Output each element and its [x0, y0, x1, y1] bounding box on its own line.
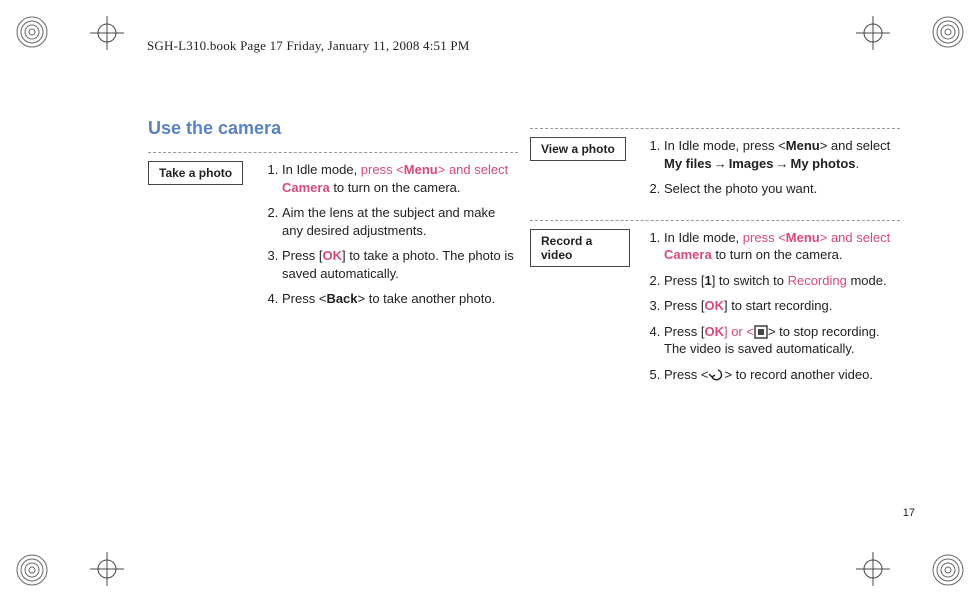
page-header: SGH-L310.book Page 17 Friday, January 11… [147, 38, 470, 54]
list-item: Select the photo you want. [664, 180, 900, 198]
list-item: Aim the lens at the subject and make any… [282, 204, 518, 239]
list-item: Press < > to record another video. [664, 366, 900, 384]
record-a-video-steps: In Idle mode, press <Menu> and select Ca… [646, 229, 900, 384]
stop-icon [754, 325, 768, 339]
take-a-photo-label: Take a photo [148, 161, 243, 185]
registration-mark-bl [12, 550, 52, 590]
section-title: Use the camera [148, 118, 281, 139]
list-item: In Idle mode, press <Menu> and select Ca… [282, 161, 518, 196]
list-item: In Idle mode, press <Menu> and select Ca… [664, 229, 900, 264]
divider [530, 128, 900, 129]
registration-mark-tr [928, 12, 968, 52]
back-arrow-icon [708, 368, 724, 382]
list-item: Press [1] to switch to Recording mode. [664, 272, 900, 290]
registration-mark-br [928, 550, 968, 590]
crosshair-mark-tr [856, 16, 890, 50]
registration-mark-tl [12, 12, 52, 52]
view-a-photo-steps: In Idle mode, press <Menu> and select My… [646, 137, 900, 198]
record-a-video-label: Record a video [530, 229, 630, 267]
list-item: Press [OK] or < > to stop recording. The… [664, 323, 900, 358]
divider [148, 152, 518, 153]
page-number: 17 [903, 507, 915, 519]
crosshair-mark-tl [90, 16, 124, 50]
list-item: Press [OK] to take a photo. The photo is… [282, 247, 518, 282]
left-column: Take a photo In Idle mode, press <Menu> … [148, 152, 518, 316]
right-column: View a photo In Idle mode, press <Menu> … [530, 128, 900, 391]
crosshair-mark-br [856, 552, 890, 586]
list-item: Press <Back> to take another photo. [282, 290, 518, 308]
crosshair-mark-bl [90, 552, 124, 586]
list-item: In Idle mode, press <Menu> and select My… [664, 137, 900, 172]
divider [530, 220, 900, 221]
take-a-photo-steps: In Idle mode, press <Menu> and select Ca… [264, 161, 518, 308]
list-item: Press [OK] to start recording. [664, 297, 900, 315]
view-a-photo-label: View a photo [530, 137, 626, 161]
